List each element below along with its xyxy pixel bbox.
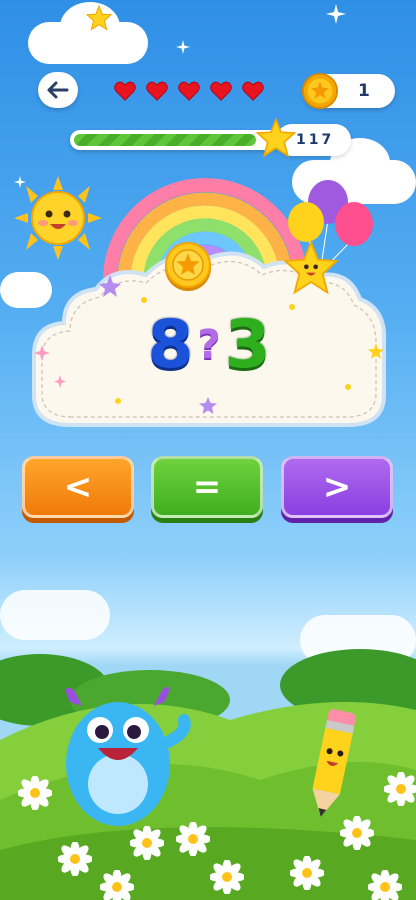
daisy-icon (18, 776, 52, 810)
daisy-icon (58, 842, 92, 876)
star-icon (256, 118, 296, 158)
heart-icon (146, 81, 168, 101)
daisy-icon (340, 816, 374, 850)
daisy-icon (384, 772, 416, 806)
coin-count: 1 (358, 81, 370, 101)
daisy-icon (176, 822, 210, 856)
sparkle-icon (176, 40, 190, 54)
monster-character (65, 686, 191, 826)
coin-counter: 1 (301, 72, 395, 110)
back-button[interactable] (38, 72, 78, 108)
operator-placeholder: ? (197, 322, 221, 368)
equal-button[interactable]: = (151, 456, 263, 518)
daisy-icon (100, 870, 134, 900)
heart-icon (178, 81, 200, 101)
progress-bar (70, 130, 280, 150)
progress-fill (74, 134, 256, 146)
daisy-icon (130, 826, 164, 860)
comparison-question: 8 ? 3 (30, 305, 388, 385)
daisy-icon (210, 860, 244, 894)
sparkle-icon (326, 4, 346, 24)
greater-than-button[interactable]: > (281, 456, 393, 518)
daisy-icon (368, 870, 402, 900)
right-number: 3 (224, 306, 271, 383)
arrow-left-icon (47, 81, 69, 99)
heart-icon (210, 81, 232, 101)
left-number: 8 (147, 306, 194, 383)
score-value: 117 (296, 132, 335, 148)
star-icon (86, 5, 112, 31)
pencil-character (312, 709, 356, 817)
lives-indicator (114, 80, 264, 102)
coin-icon (165, 242, 211, 291)
less-than-button[interactable]: < (22, 456, 134, 518)
coin-icon (301, 72, 339, 110)
heart-icon (242, 81, 264, 101)
daisy-icon (290, 856, 324, 890)
star-character (283, 240, 339, 295)
game-screen: 1 117 8 ? 3 < = > (0, 0, 416, 900)
heart-icon (114, 81, 136, 101)
